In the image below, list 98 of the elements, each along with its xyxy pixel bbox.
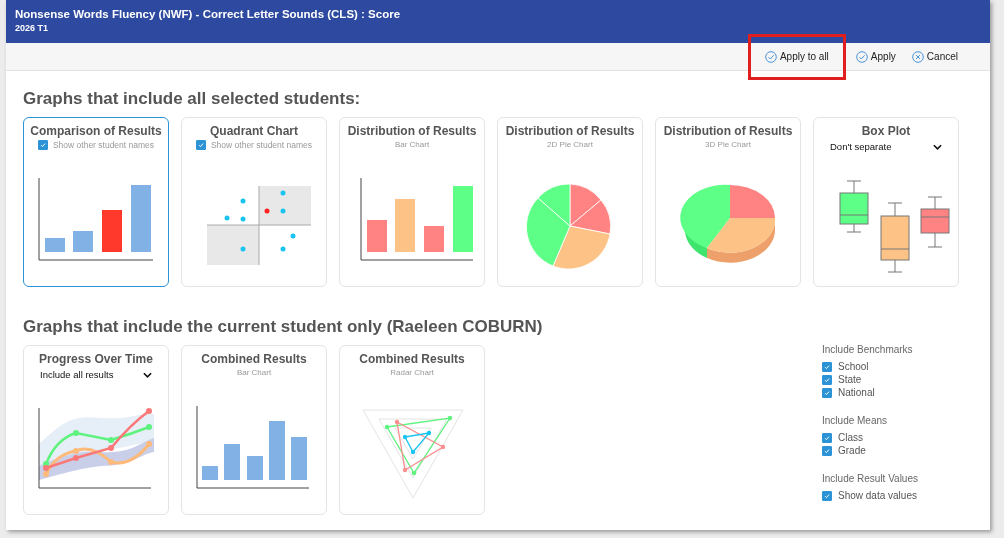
data-point	[146, 424, 152, 430]
card-subtitle: 2D Pie Chart	[547, 140, 593, 149]
graph-card[interactable]: Distribution of Results Bar Chart	[339, 117, 485, 287]
card-title: Combined Results	[359, 352, 465, 366]
bar	[102, 210, 122, 252]
data-point	[73, 430, 79, 436]
card-title: Distribution of Results	[505, 124, 635, 138]
card-title: Progress Over Time	[39, 352, 153, 366]
checkbox[interactable]	[822, 445, 832, 456]
data-point	[402, 434, 408, 440]
data-point	[240, 246, 246, 252]
option-heading: Include Benchmarks	[822, 344, 914, 355]
checkbox-label: Grade	[838, 445, 866, 456]
section-heading: Graphs that include all selected students:	[23, 89, 361, 109]
data-point	[280, 246, 286, 252]
bar	[367, 220, 387, 252]
card-subtitle: Bar Chart	[394, 140, 430, 149]
bar	[453, 186, 473, 252]
card-title: Distribution of Results	[663, 124, 793, 138]
graph-card[interactable]: Distribution of Results 2D Pie Chart	[497, 117, 643, 287]
data-point	[426, 430, 432, 436]
data-point	[384, 424, 390, 430]
check-circle-icon	[855, 50, 868, 63]
bar	[131, 185, 151, 252]
checkbox-label: School	[838, 361, 869, 372]
card-subtitle: 3D Pie Chart	[705, 140, 751, 149]
option-heading: Include Means	[822, 415, 889, 426]
checkbox-label: Show data values	[838, 490, 917, 501]
data-point	[410, 449, 416, 455]
graph-card[interactable]: Combined Results Bar Chart	[181, 345, 327, 515]
card-title: Combined Results	[201, 352, 307, 366]
checkbox-label: Class	[838, 432, 864, 443]
data-point	[108, 437, 114, 443]
checkbox[interactable]	[822, 387, 832, 398]
chevron-down-icon	[143, 371, 152, 378]
checkbox-label: State	[838, 374, 862, 385]
option-heading: Include Result Values	[822, 473, 918, 484]
data-point	[402, 467, 408, 473]
window-title: Nonsense Words Fluency (NWF) - Correct Letter Sounds (CLS) : Score	[15, 8, 401, 20]
box-whisker	[880, 202, 910, 273]
checkbox[interactable]	[822, 361, 832, 372]
bar	[73, 231, 93, 252]
quadrant-area	[207, 225, 259, 265]
graph-card[interactable]: Progress Over Time Include all results	[23, 345, 169, 515]
toolbar-button[interactable]: Apply	[849, 44, 902, 69]
checkbox-label: Show other student names	[52, 140, 155, 150]
chevron-down-icon	[933, 143, 942, 150]
data-point	[240, 198, 246, 204]
checkbox[interactable]	[37, 140, 48, 150]
checkbox[interactable]	[822, 490, 832, 501]
card-subtitle: Radar Chart	[390, 368, 434, 377]
card-subtitle: Bar Chart	[236, 368, 272, 377]
dropdown[interactable]: Include all results	[40, 369, 152, 380]
data-point	[240, 216, 246, 222]
toolbar-button[interactable]: Cancel	[905, 44, 964, 69]
bar	[395, 199, 415, 252]
data-point	[146, 441, 152, 447]
checkbox[interactable]	[195, 140, 206, 150]
checkbox[interactable]	[822, 432, 832, 443]
data-point	[264, 208, 270, 214]
box-whisker	[839, 180, 869, 233]
graph-card[interactable]: Distribution of Results 3D Pie Chart	[655, 117, 801, 287]
bar	[291, 437, 307, 480]
graph-card[interactable]: Box Plot Don't separate	[813, 117, 959, 287]
data-point	[280, 208, 286, 214]
checkbox-label: Show other student names	[210, 140, 313, 150]
graph-card[interactable]: Comparison of Results Show other student names	[23, 117, 169, 287]
box-whisker	[920, 196, 950, 248]
graph-card[interactable]: Quadrant Chart Show other student names	[181, 117, 327, 287]
data-point	[108, 459, 114, 465]
data-point	[411, 470, 417, 476]
bar	[424, 226, 444, 252]
bar	[247, 456, 263, 480]
graph-card[interactable]: Combined Results Radar Chart	[339, 345, 485, 515]
bar	[224, 444, 240, 480]
window-subtitle: 2026 T1	[15, 23, 49, 33]
data-point	[224, 215, 230, 221]
check-circle-icon	[764, 50, 777, 63]
bar	[45, 238, 65, 252]
bar	[269, 421, 285, 480]
data-point	[440, 444, 446, 450]
checkbox-label: National	[838, 387, 875, 398]
bar	[202, 466, 218, 480]
card-title: Box Plot	[861, 124, 911, 138]
card-title: Comparison of Results	[30, 124, 162, 138]
toolbar-button[interactable]: Apply to all	[747, 33, 846, 80]
data-point	[146, 408, 152, 414]
section-heading: Graphs that include the current student only (Raeleen COBURN)	[23, 317, 543, 337]
card-title: Quadrant Chart	[210, 124, 298, 138]
dropdown[interactable]: Don't separate	[830, 141, 942, 152]
data-point	[394, 419, 400, 425]
data-point	[447, 415, 453, 421]
card-title: Distribution of Results	[347, 124, 477, 138]
data-point	[108, 445, 114, 451]
data-point	[290, 233, 296, 239]
checkbox[interactable]	[822, 374, 832, 385]
close-icon	[911, 50, 924, 63]
data-point	[280, 190, 286, 196]
